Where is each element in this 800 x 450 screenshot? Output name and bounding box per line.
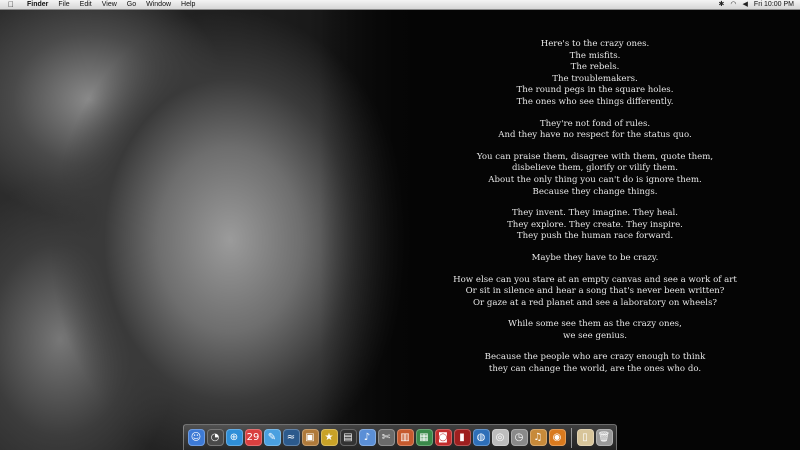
- dock-separator: [570, 427, 572, 448]
- safari-icon[interactable]: ⊕: [225, 429, 243, 446]
- star-app-icon[interactable]: ★: [320, 429, 338, 446]
- poem-stanza: You can praise them, disagree with them,…: [445, 152, 745, 198]
- chart-app-icon[interactable]: ▦: [415, 429, 433, 446]
- menu-finder[interactable]: Finder: [22, 0, 53, 10]
- poem-line: Here's to the crazy ones.: [540, 39, 650, 49]
- poem-line: The round pegs in the square holes.: [516, 85, 674, 96]
- menu-view[interactable]: View: [97, 0, 122, 10]
- poem-line: They push the human race forward.: [516, 231, 674, 242]
- menu-edit[interactable]: Edit: [75, 0, 97, 10]
- poem-line: How else can you stare at an empty canva…: [453, 274, 737, 285]
- poem-line: disbelieve them, glorify or vilify them.: [511, 163, 679, 174]
- poem-line: The ones who see things differently.: [516, 96, 674, 107]
- calendar-icon[interactable]: 29: [244, 429, 262, 446]
- poem-line: You can praise them, disagree with them,…: [476, 151, 714, 162]
- documents-stack-icon[interactable]: ▯: [576, 429, 594, 446]
- wifi-icon[interactable]: ◠: [730, 0, 736, 10]
- ichat-icon[interactable]: ✎: [263, 429, 281, 446]
- poem-line: we see genius.: [562, 330, 628, 341]
- poem-line: They explore. They create. They inspire.: [507, 219, 683, 230]
- red-app-icon[interactable]: ◙: [434, 429, 452, 446]
- poem-stanza: They invent. They imagine. They heal. The…: [445, 208, 745, 243]
- menu-file[interactable]: File: [53, 0, 74, 10]
- photo-app-icon[interactable]: ▣: [301, 429, 319, 446]
- tools-icon[interactable]: ✄: [377, 429, 395, 446]
- disc-icon[interactable]: ◎: [491, 429, 509, 446]
- volume-icon[interactable]: ◀: [743, 0, 748, 10]
- menu-help[interactable]: Help: [176, 0, 200, 10]
- menu-go[interactable]: Go: [122, 0, 141, 10]
- menu-items: Finder File Edit View Go Window Help: [22, 0, 200, 10]
- poem-line: Or sit in silence and hear a song that's…: [465, 286, 725, 297]
- poem-line: The troublemakers.: [552, 73, 638, 84]
- radar-icon[interactable]: ◉: [548, 429, 566, 446]
- poem-line: While some see them as the crazy ones,: [508, 319, 682, 330]
- globe-icon[interactable]: ◍: [472, 429, 490, 446]
- poem-line: they can change the world, are the ones …: [488, 364, 702, 375]
- poem-line: Because they change things.: [532, 186, 658, 197]
- menubar-clock[interactable]: Fri 10:00 PM: [754, 0, 794, 10]
- fish-app-icon[interactable]: ≈: [282, 429, 300, 446]
- poem-line: They're not fond of rules.: [539, 118, 651, 129]
- poem-stanza: Because the people who are crazy enough …: [445, 352, 745, 375]
- trash-icon[interactable]: 🗑: [595, 429, 613, 446]
- poem-stanza: Here's to the crazy ones. The misfits. The…: [445, 39, 745, 109]
- finder-icon[interactable]: ☺: [187, 429, 205, 446]
- status-area: ✱ ◠ ◀ Fri 10:00 PM: [719, 0, 800, 10]
- guitar-icon[interactable]: ♫: [529, 429, 547, 446]
- bluetooth-icon[interactable]: ✱: [719, 0, 725, 10]
- menu-bar:  FinderFileEditViewGoWindowHelp ✱ ◠ ◀ F…: [0, 0, 800, 10]
- poem-line: Or gaze at a red planet and see a labora…: [472, 297, 718, 308]
- menu-window[interactable]: Window: [141, 0, 176, 10]
- poem-line: And they have no respect for the status …: [498, 130, 692, 141]
- poem-line: The rebels.: [570, 62, 620, 73]
- red-book-icon[interactable]: ▮: [453, 429, 471, 446]
- desktop:  FinderFileEditViewGoWindowHelp ✱ ◠ ◀ F…: [0, 0, 800, 450]
- poem-stanza: How else can you stare at an empty canva…: [445, 275, 745, 310]
- wallpaper-fade: [320, 10, 440, 450]
- clapboard-icon[interactable]: ▤: [339, 429, 357, 446]
- poem-stanza: They're not fond of rules. And they have …: [445, 119, 745, 142]
- dashboard-icon[interactable]: ◔: [206, 429, 224, 446]
- poem-line: Maybe they have to be crazy.: [531, 252, 659, 263]
- presentation-icon[interactable]: ▥: [396, 429, 414, 446]
- time-machine-icon[interactable]: ◷: [510, 429, 528, 446]
- poem-line: They invent. They imagine. They heal.: [511, 208, 679, 219]
- poem-line: The misfits.: [569, 50, 621, 61]
- poem-text: Here's to the crazy ones. The misfits. The…: [445, 39, 745, 386]
- dock: ☺ ◔ ⊕ 29 ✎ ≈ ▣ ★ ▤ ♪ ✄ ▥ ▦ ◙ ▮ ◍ ◎ ◷ ♫ ◉ ▯ 🗑: [183, 424, 617, 450]
- itunes-icon[interactable]: ♪: [358, 429, 376, 446]
- poem-line: Because the people who are crazy enough …: [484, 352, 706, 363]
- poem-stanza: Maybe they have to be crazy.: [445, 253, 745, 265]
- poem-stanza: While some see them as the crazy ones, we…: [445, 319, 745, 342]
- poem-line: About the only thing you can't do is ign…: [488, 174, 702, 185]
- apple-icon[interactable]: : [6, 0, 16, 10]
- wallpaper-portrait: [0, 10, 440, 450]
